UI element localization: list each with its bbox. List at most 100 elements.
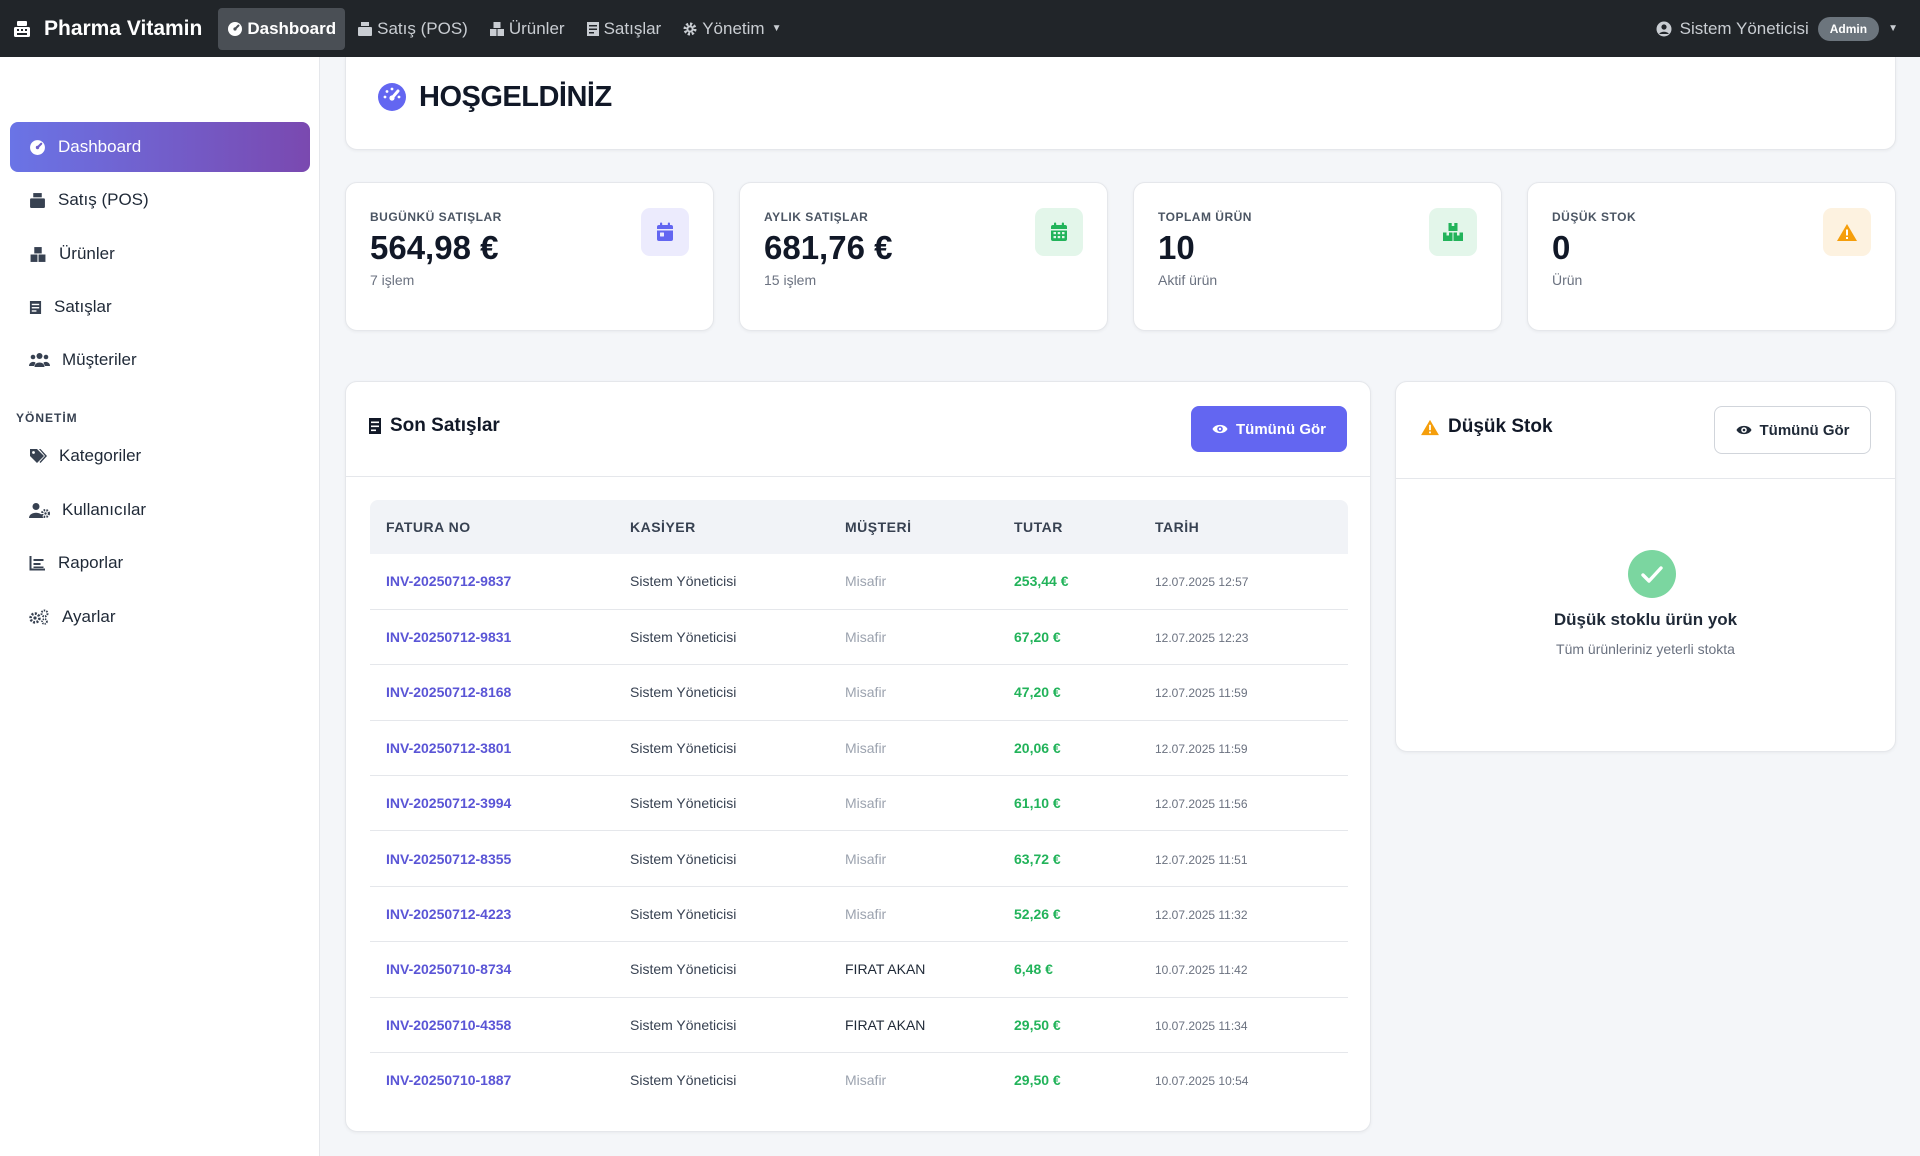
date-cell: 12.07.2025 11:59 xyxy=(1155,741,1248,756)
date-cell: 10.07.2025 11:34 xyxy=(1155,1018,1248,1033)
date-cell: 12.07.2025 12:57 xyxy=(1155,575,1249,590)
column-header-cashier[interactable]: KASİYER xyxy=(630,500,845,554)
customer-cell: Misafir xyxy=(845,739,887,756)
table-row[interactable]: INV-20250712-4223 Sistem Yöneticisi Misafi… xyxy=(370,886,1348,943)
date-cell-td: 10.07.2025 11:34 xyxy=(1155,997,1348,1054)
stat-sub: 7 işlem xyxy=(370,272,415,288)
warning-icon xyxy=(1421,419,1439,435)
user-circle-icon xyxy=(1656,21,1672,37)
invoice-link[interactable]: INV-20250710-4358 xyxy=(386,1017,511,1033)
view-all-sales-button[interactable]: Tümünü Gör xyxy=(1191,406,1347,452)
nav-management-dropdown[interactable]: Yönetim ▼ xyxy=(673,8,790,50)
table-row[interactable]: INV-20250712-8355 Sistem Yöneticisi Misafi… xyxy=(370,830,1348,887)
welcome-card: HOŞGELDİNİZ xyxy=(345,57,1896,150)
amount-cell-td: 29,50 € xyxy=(1014,1053,1155,1108)
empty-state-subtitle: Tüm ürünleriniz yeterli stokta xyxy=(1556,641,1735,657)
column-header-amount[interactable]: TUTAR xyxy=(1014,500,1155,554)
boxes-icon xyxy=(489,21,504,36)
customer-cell: Misafir xyxy=(845,850,887,867)
cash-register-icon xyxy=(12,19,32,39)
invoice-link[interactable]: INV-20250712-3801 xyxy=(386,740,511,756)
sidebar-item-products[interactable]: Ürünler xyxy=(10,229,310,279)
top-navbar: Pharma Vitamin Dashboard Satış (POS) Ürü… xyxy=(0,0,1920,57)
sidebar-item-categories[interactable]: Kategoriler xyxy=(10,431,310,481)
cashier-cell-td: Sistem Yöneticisi xyxy=(630,830,845,887)
amount-cell-td: 6,48 € xyxy=(1014,941,1155,998)
chevron-down-icon: ▼ xyxy=(1888,23,1898,34)
nav-products[interactable]: Ürünler xyxy=(480,8,574,50)
invoice-link[interactable]: INV-20250712-9831 xyxy=(386,629,511,645)
table-row[interactable]: INV-20250712-8168 Sistem Yöneticisi Misafi… xyxy=(370,664,1348,721)
invoice-link[interactable]: INV-20250712-8355 xyxy=(386,851,511,867)
recent-sales-card: Son Satışlar Tümünü Gör FATURA NO KASİYE… xyxy=(345,381,1371,1132)
invoice-link[interactable]: INV-20250712-3994 xyxy=(386,795,511,811)
sidebar-item-sales[interactable]: Satışlar xyxy=(10,282,310,332)
column-header-invoice[interactable]: FATURA NO xyxy=(370,500,630,554)
column-header-date[interactable]: TARİH xyxy=(1155,500,1348,554)
sidebar-item-users[interactable]: Kullanıcılar xyxy=(10,485,310,535)
sidebar-item-reports[interactable]: Raporlar xyxy=(10,538,310,588)
date-cell: 12.07.2025 11:51 xyxy=(1155,852,1248,867)
sidebar-item-settings[interactable]: Ayarlar xyxy=(10,592,310,642)
amount-cell-td: 61,10 € xyxy=(1014,775,1155,832)
nav-dashboard[interactable]: Dashboard xyxy=(218,7,346,50)
cashier-cell: Sistem Yöneticisi xyxy=(630,684,737,701)
table-row[interactable]: INV-20250712-3994 Sistem Yöneticisi Misafi… xyxy=(370,775,1348,832)
receipt-icon xyxy=(29,300,42,314)
amount-cell-td: 52,26 € xyxy=(1014,886,1155,943)
brand[interactable]: Pharma Vitamin xyxy=(12,17,202,41)
table-row[interactable]: INV-20250710-1887 Sistem Yöneticisi Misafi… xyxy=(370,1053,1348,1108)
boxes-icon xyxy=(1429,208,1477,256)
cogs-icon xyxy=(29,609,49,625)
stat-card-total-products: TOPLAM ÜRÜN 10 Aktif ürün xyxy=(1133,182,1502,331)
sidebar-item-dashboard[interactable]: Dashboard xyxy=(10,122,310,172)
gauge-icon xyxy=(30,139,45,155)
stat-value: 681,76 € xyxy=(764,229,893,266)
cash-register-icon xyxy=(30,192,45,208)
check-circle-icon xyxy=(1628,550,1676,598)
invoice-link[interactable]: INV-20250712-8168 xyxy=(386,684,511,700)
calendar-month-icon xyxy=(1035,208,1083,256)
amount-cell-td: 253,44 € xyxy=(1014,554,1155,610)
amount-cell: 63,72 € xyxy=(1014,850,1061,867)
view-all-low-stock-button[interactable]: Tümünü Gör xyxy=(1714,406,1871,454)
calendar-day-icon xyxy=(641,208,689,256)
column-header-customer[interactable]: MÜŞTERİ xyxy=(845,500,1014,554)
customer-cell: Misafir xyxy=(845,684,887,701)
gauge-icon xyxy=(377,82,407,117)
sidebar-item-pos[interactable]: Satış (POS) xyxy=(10,175,310,225)
warning-icon xyxy=(1823,208,1871,256)
sidebar-item-label: Kategoriler xyxy=(59,446,142,465)
invoice-td: INV-20250710-8734 xyxy=(370,941,630,998)
table-row[interactable]: INV-20250710-8734 Sistem Yöneticisi FIRAT … xyxy=(370,941,1348,998)
date-cell-td: 10.07.2025 10:54 xyxy=(1155,1053,1348,1108)
nav-management-label: Yönetim xyxy=(702,18,765,38)
nav-pos[interactable]: Satış (POS) xyxy=(348,8,477,50)
table-row[interactable]: INV-20250712-3801 Sistem Yöneticisi Misafi… xyxy=(370,720,1348,777)
user-cog-icon xyxy=(29,503,50,518)
invoice-link[interactable]: INV-20250712-9837 xyxy=(386,573,511,589)
invoice-link[interactable]: INV-20250712-4223 xyxy=(386,906,511,922)
date-cell: 12.07.2025 11:56 xyxy=(1155,797,1248,812)
stat-sub: 15 işlem xyxy=(764,272,817,288)
cashier-cell: Sistem Yöneticisi xyxy=(630,1072,737,1089)
cashier-cell-td: Sistem Yöneticisi xyxy=(630,775,845,832)
customer-cell: Misafir xyxy=(845,573,887,590)
user-menu[interactable]: Sistem Yöneticisi Admin ▼ xyxy=(1656,0,1898,57)
customer-cell-td: Misafir xyxy=(845,775,1014,832)
nav-sales-label: Satışlar xyxy=(603,18,662,38)
cashier-cell-td: Sistem Yöneticisi xyxy=(630,941,845,998)
invoice-td: INV-20250712-3994 xyxy=(370,775,630,832)
nav-sales[interactable]: Satışlar xyxy=(577,8,671,50)
top-menu: Dashboard Satış (POS) Ürünler Satışlar Y… xyxy=(218,7,793,50)
invoice-link[interactable]: INV-20250710-8734 xyxy=(386,961,511,977)
invoice-link[interactable]: INV-20250710-1887 xyxy=(386,1072,511,1088)
sidebar-item-label: Müşteriler xyxy=(62,350,137,369)
table-row[interactable]: INV-20250710-4358 Sistem Yöneticisi FIRAT … xyxy=(370,997,1348,1054)
low-stock-header: Düşük Stok xyxy=(1420,416,1553,438)
sidebar-item-customers[interactable]: Müşteriler xyxy=(10,335,310,385)
recent-sales-header: Son Satışlar xyxy=(368,415,500,437)
table-row[interactable]: INV-20250712-9837 Sistem Yöneticisi Misafi… xyxy=(370,554,1348,610)
cash-register-icon xyxy=(358,21,373,36)
table-row[interactable]: INV-20250712-9831 Sistem Yöneticisi Misafi… xyxy=(370,609,1348,666)
